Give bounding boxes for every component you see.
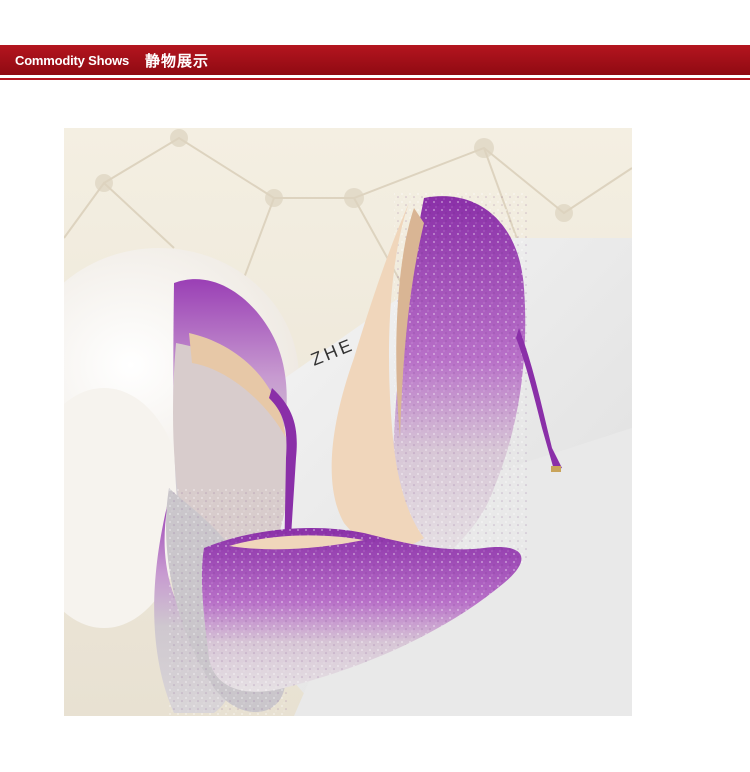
section-title-chinese: 静物展示 (145, 52, 210, 70)
product-photo: ZHE (64, 128, 632, 716)
section-header-banner: Commodity Shows 静物展示 (0, 45, 750, 75)
product-photo-illustration: ZHE (64, 128, 632, 716)
header-underline (0, 78, 750, 80)
section-title-english: Commodity Shows (15, 52, 130, 68)
